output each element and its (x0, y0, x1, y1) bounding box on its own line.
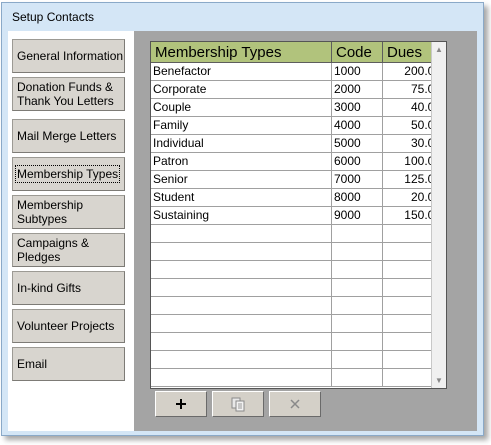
table-row[interactable]: Corporate 2000 75.00 (151, 81, 445, 99)
sidebar-item-donation-funds[interactable]: Donation Funds & Thank You Letters (12, 77, 125, 111)
cell-code[interactable]: 9000 (332, 207, 383, 225)
sidebar-item-general-information[interactable]: General Information (12, 39, 125, 73)
table-row-empty[interactable] (151, 369, 445, 387)
table-row[interactable]: Senior 7000 125.00 (151, 171, 445, 189)
arrow-down-icon: ▼ (435, 376, 443, 385)
sidebar-item-label: Email (17, 357, 48, 371)
empty-cell[interactable] (332, 225, 383, 243)
sidebar-item-label: In-kind Gifts (17, 281, 82, 295)
table-row-empty[interactable] (151, 225, 445, 243)
table-row[interactable]: Student 8000 20.00 (151, 189, 445, 207)
sidebar-item-mail-merge-letters[interactable]: Mail Merge Letters (12, 119, 125, 153)
table-row-empty[interactable] (151, 297, 445, 315)
table-row-empty[interactable] (151, 333, 445, 351)
empty-cell[interactable] (151, 279, 332, 297)
table-row-empty[interactable] (151, 315, 445, 333)
table-row-empty[interactable] (151, 351, 445, 369)
empty-cell[interactable] (332, 243, 383, 261)
sidebar-item-campaigns-pledges[interactable]: Campaigns & Pledges (12, 233, 125, 267)
main-panel: Membership Types Code Dues Benefactor 100… (134, 31, 477, 431)
sidebar-item-label: Donation Funds & Thank You Letters (17, 80, 114, 108)
empty-cell[interactable] (332, 369, 383, 387)
sidebar-item-label: General Information (17, 49, 124, 63)
empty-cell[interactable] (332, 279, 383, 297)
empty-cell[interactable] (332, 261, 383, 279)
scroll-up-button[interactable]: ▲ (432, 42, 446, 57)
cell-code[interactable]: 3000 (332, 99, 383, 117)
column-header-code[interactable]: Code (332, 42, 383, 63)
table-row[interactable]: Family 4000 50.00 (151, 117, 445, 135)
grid-body: Benefactor 1000 200.00 Corporate 2000 75.00 Co… (151, 63, 445, 387)
table-row[interactable]: Benefactor 1000 200.00 (151, 63, 445, 81)
vertical-scrollbar[interactable]: ▲ ▼ (431, 42, 446, 388)
table-row[interactable]: Sustaining 9000 150.00 (151, 207, 445, 225)
empty-cell[interactable] (151, 261, 332, 279)
add-icon (176, 399, 186, 409)
content-area: General Information Donation Funds & Tha… (8, 31, 477, 431)
sidebar-item-volunteer-projects[interactable]: Volunteer Projects (12, 309, 125, 343)
delete-button[interactable] (269, 391, 321, 417)
delete-icon (290, 399, 300, 409)
cell-code[interactable]: 7000 (332, 171, 383, 189)
table-row[interactable]: Individual 5000 30.00 (151, 135, 445, 153)
cell-membership-type[interactable]: Couple (151, 99, 332, 117)
empty-cell[interactable] (151, 225, 332, 243)
table-row-empty[interactable] (151, 261, 445, 279)
cell-membership-type[interactable]: Patron (151, 153, 332, 171)
window-title: Setup Contacts (12, 10, 95, 24)
empty-cell[interactable] (332, 297, 383, 315)
arrow-up-icon: ▲ (435, 45, 443, 54)
table-row-empty[interactable] (151, 243, 445, 261)
cell-membership-type[interactable]: Student (151, 189, 332, 207)
empty-cell[interactable] (332, 315, 383, 333)
cell-code[interactable]: 4000 (332, 117, 383, 135)
sidebar-item-membership-subtypes[interactable]: Membership Subtypes (12, 195, 125, 229)
sidebar-item-label: Membership Subtypes (17, 198, 84, 226)
empty-cell[interactable] (151, 351, 332, 369)
empty-cell[interactable] (332, 333, 383, 351)
cell-code[interactable]: 1000 (332, 63, 383, 81)
cell-membership-type[interactable]: Corporate (151, 81, 332, 99)
empty-cell[interactable] (151, 333, 332, 351)
copy-button[interactable] (212, 391, 264, 417)
empty-cell[interactable] (151, 369, 332, 387)
membership-types-grid: Membership Types Code Dues Benefactor 100… (150, 41, 447, 389)
column-header-membership-types[interactable]: Membership Types (151, 42, 332, 63)
empty-cell[interactable] (151, 297, 332, 315)
cell-code[interactable]: 5000 (332, 135, 383, 153)
scroll-down-button[interactable]: ▼ (432, 373, 446, 388)
sidebar-item-email[interactable]: Email (12, 347, 125, 381)
setup-contacts-window: Setup Contacts General Information Donat… (1, 2, 484, 436)
empty-cell[interactable] (151, 315, 332, 333)
grid-header: Membership Types Code Dues (151, 42, 445, 63)
table-row-empty[interactable] (151, 279, 445, 297)
cell-membership-type[interactable]: Benefactor (151, 63, 332, 81)
sidebar-item-label: Volunteer Projects (17, 319, 115, 333)
sidebar-item-label: Campaigns & Pledges (17, 236, 90, 264)
empty-cell[interactable] (151, 243, 332, 261)
sidebar-item-membership-types[interactable]: Membership Types (12, 157, 125, 191)
title-bar[interactable]: Setup Contacts (2, 3, 483, 29)
table-row[interactable]: Patron 6000 100.00 (151, 153, 445, 171)
add-button[interactable] (155, 391, 207, 417)
grid-toolbar (155, 391, 326, 417)
sidebar-item-label: Mail Merge Letters (17, 129, 117, 143)
table-row[interactable]: Couple 3000 40.00 (151, 99, 445, 117)
empty-cell[interactable] (332, 351, 383, 369)
cell-code[interactable]: 6000 (332, 153, 383, 171)
sidebar-item-label: Membership Types (14, 165, 121, 183)
cell-code[interactable]: 8000 (332, 189, 383, 207)
cell-membership-type[interactable]: Senior (151, 171, 332, 189)
sidebar-item-in-kind-gifts[interactable]: In-kind Gifts (12, 271, 125, 305)
copy-icon (231, 397, 245, 412)
cell-code[interactable]: 2000 (332, 81, 383, 99)
cell-membership-type[interactable]: Family (151, 117, 332, 135)
cell-membership-type[interactable]: Individual (151, 135, 332, 153)
cell-membership-type[interactable]: Sustaining (151, 207, 332, 225)
